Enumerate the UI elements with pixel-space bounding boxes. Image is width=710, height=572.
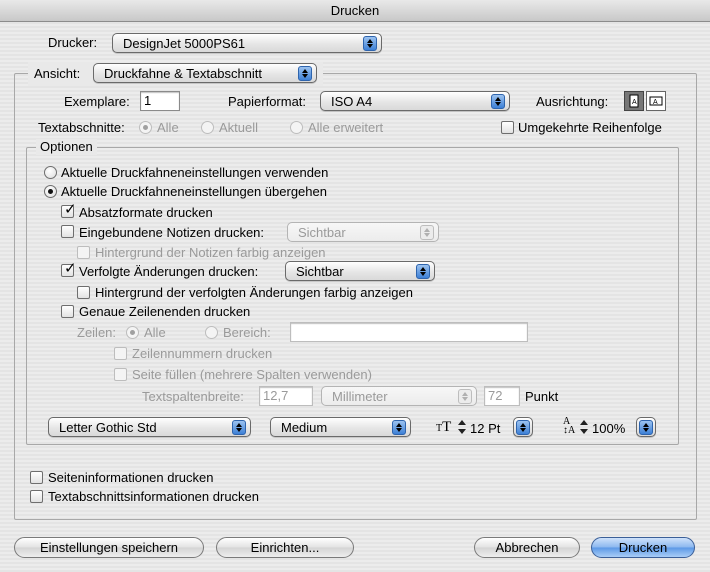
view-value: Druckfahne & Textabschnitt [104, 66, 263, 81]
portrait-icon[interactable]: A [624, 91, 644, 111]
changes-background-label: Hintergrund der verfolgten Änderungen fa… [95, 285, 413, 300]
svg-text:A: A [632, 99, 637, 106]
font-style-value: Medium [281, 420, 328, 435]
font-value: Letter Gothic Std [59, 420, 157, 435]
copies-label: Exemplare: [64, 94, 130, 109]
lines-all-radio[interactable] [126, 326, 139, 339]
paper-popup[interactable]: ISO A4 [320, 91, 510, 111]
checkmark-icon: ✓ [64, 260, 77, 277]
page-info-label: Seiteninformationen drucken [48, 470, 214, 485]
override-settings-label: Aktuelle Druckfahneneinstellungen überge… [61, 184, 327, 199]
fill-page-checkbox[interactable] [114, 368, 127, 381]
font-size-value[interactable]: 12 Pt [470, 421, 500, 437]
font-size-popup[interactable] [513, 417, 533, 437]
options-title: Optionen [36, 139, 97, 155]
inline-notes-label: Eingebundene Notizen drucken: [79, 225, 265, 240]
use-settings-label: Aktuelle Druckfahneneinstellungen verwen… [61, 165, 329, 180]
story-info-checkbox[interactable] [30, 490, 43, 503]
leading-icon: A ↕A [563, 416, 576, 436]
tracked-changes-label: Verfolgte Änderungen drucken: [79, 264, 259, 279]
override-settings-radio[interactable] [44, 185, 57, 198]
lines-all-label: Alle [144, 325, 166, 340]
lines-label: Zeilen: [77, 325, 117, 340]
tracked-changes-popup[interactable]: Sichtbar [285, 261, 435, 281]
inline-notes-value: Sichtbar [298, 225, 346, 240]
column-width-field[interactable]: 12,7 [259, 386, 313, 406]
lines-range-radio[interactable] [205, 326, 218, 339]
popup-arrows-icon [392, 420, 406, 435]
lines-range-label: Bereich: [223, 325, 271, 340]
tracked-changes-checkbox[interactable]: ✓ [61, 260, 77, 277]
unit-popup[interactable]: Millimeter [321, 386, 477, 406]
line-numbers-label: Zeilennummern drucken [132, 346, 273, 361]
stories-current-radio[interactable] [201, 121, 214, 134]
printer-popup[interactable]: DesignJet 5000PS61 [112, 33, 382, 53]
reverse-order-checkbox[interactable] [501, 121, 514, 134]
print-button[interactable]: Drucken [591, 537, 695, 558]
font-popup[interactable]: Letter Gothic Std [48, 417, 251, 437]
page-info-checkbox[interactable] [30, 471, 43, 484]
landscape-icon[interactable]: A [646, 91, 666, 111]
popup-arrows-icon [491, 94, 505, 109]
notes-background-checkbox[interactable] [77, 246, 90, 259]
unit-value: Millimeter [332, 389, 388, 404]
cancel-button[interactable]: Abbrechen [474, 537, 580, 558]
story-info-label: Textabschnittsinformationen drucken [48, 489, 260, 504]
window-title: Drucken [0, 0, 710, 22]
points-field[interactable]: 72 [484, 386, 520, 406]
tracked-changes-value: Sichtbar [296, 264, 344, 279]
view-popup[interactable]: Druckfahne & Textabschnitt [93, 63, 317, 83]
popup-arrows-icon [458, 389, 472, 404]
popup-arrows-icon [420, 225, 434, 240]
save-settings-button[interactable]: Einstellungen speichern [14, 537, 204, 558]
popup-arrows-icon [363, 36, 377, 51]
notes-background-label: Hintergrund der Notizen farbig anzeigen [95, 245, 326, 260]
popup-arrows-icon [516, 420, 530, 435]
lines-range-field[interactable] [290, 322, 528, 342]
stories-all-radio[interactable] [139, 121, 152, 134]
paper-value: ISO A4 [331, 94, 373, 109]
printer-label: Drucker: [48, 35, 98, 50]
orientation-label: Ausrichtung: [536, 94, 609, 109]
use-settings-radio[interactable] [44, 166, 57, 179]
accurate-line-endings-checkbox[interactable] [61, 305, 74, 318]
accurate-line-endings-label: Genaue Zeilenenden drucken [79, 304, 251, 319]
reverse-order-label: Umgekehrte Reihenfolge [518, 120, 662, 135]
changes-background-checkbox[interactable] [77, 286, 90, 299]
paragraph-styles-checkbox[interactable]: ✓ [61, 201, 77, 218]
inline-notes-checkbox[interactable] [61, 225, 74, 238]
view-label: Ansicht: [34, 66, 81, 81]
svg-text:A: A [653, 99, 658, 106]
print-dialog: Drucken Drucker: DesignJet 5000PS61 Ansi… [0, 0, 710, 572]
font-size-stepper[interactable] [457, 418, 467, 436]
setup-button[interactable]: Einrichten... [216, 537, 354, 558]
stories-all-label: Alle [157, 120, 179, 135]
leading-popup[interactable] [636, 417, 656, 437]
popup-arrows-icon [232, 420, 246, 435]
stories-current-label: Aktuell [219, 120, 259, 135]
printer-value: DesignJet 5000PS61 [123, 36, 246, 51]
checkmark-icon: ✓ [64, 201, 77, 218]
popup-arrows-icon [416, 264, 430, 279]
stories-label: Textabschnitte: [38, 120, 125, 135]
inline-notes-popup[interactable]: Sichtbar [287, 222, 439, 242]
font-style-popup[interactable]: Medium [270, 417, 411, 437]
line-numbers-checkbox[interactable] [114, 347, 127, 360]
stories-all-extended-radio[interactable] [290, 121, 303, 134]
stories-all-extended-label: Alle erweitert [308, 120, 384, 135]
copies-field[interactable]: 1 [140, 91, 180, 111]
fill-page-label: Seite füllen (mehrere Spalten verwenden) [132, 367, 372, 382]
paper-label: Papierformat: [228, 94, 307, 109]
leading-stepper[interactable] [579, 418, 589, 436]
popup-arrows-icon [639, 420, 653, 435]
paragraph-styles-label: Absatzformate drucken [79, 205, 213, 220]
leading-value[interactable]: 100% [592, 421, 625, 437]
column-width-label: Textspaltenbreite: [142, 389, 244, 404]
font-size-icon: TT [436, 419, 452, 435]
popup-arrows-icon [298, 66, 312, 81]
points-label: Punkt [525, 389, 559, 404]
